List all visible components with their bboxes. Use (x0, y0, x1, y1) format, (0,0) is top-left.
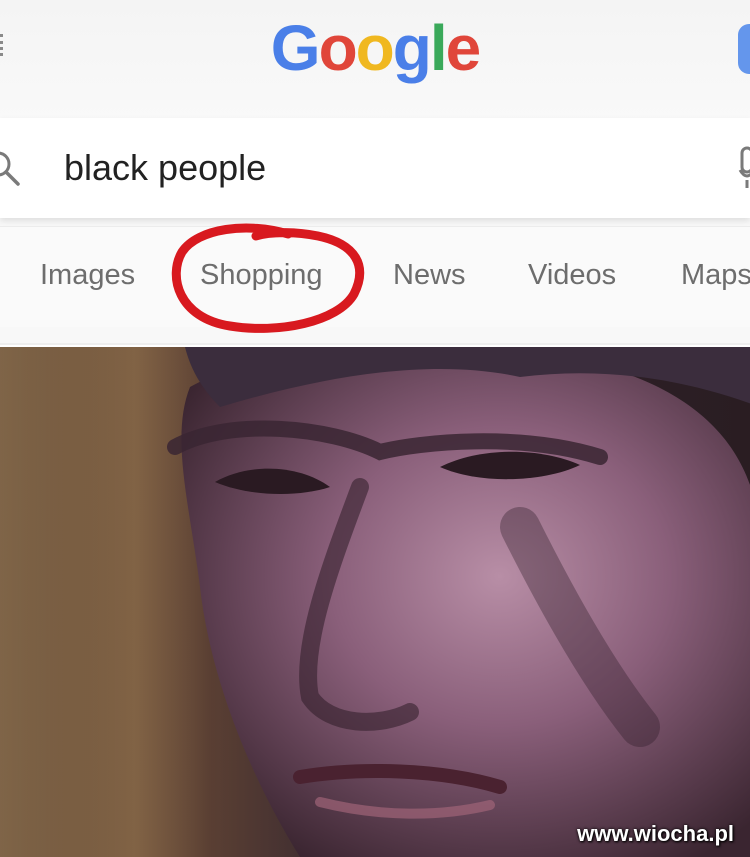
logo-letter: o (318, 12, 358, 84)
tab-videos[interactable]: Videos (528, 257, 616, 293)
search-tabs: Images Shopping News Videos Maps (0, 226, 750, 327)
google-search-header: Google black people Images Shopping News… (0, 0, 750, 345)
tab-images[interactable]: Images (40, 257, 135, 293)
tab-news[interactable]: News (393, 257, 466, 293)
search-bar[interactable]: black people (0, 118, 750, 218)
logo-letter: l (429, 12, 448, 84)
reaction-image: www.wiocha.pl (0, 347, 750, 857)
tab-shopping[interactable]: Shopping (200, 257, 323, 293)
logo-letter: e (445, 12, 482, 84)
search-icon[interactable] (0, 148, 24, 190)
mic-icon[interactable] (738, 144, 750, 190)
tab-maps[interactable]: Maps (681, 257, 750, 293)
account-avatar[interactable] (738, 24, 750, 74)
logo-letter: G (270, 12, 321, 84)
google-logo[interactable]: Google (0, 8, 750, 88)
logo-letter: o (355, 12, 395, 84)
search-input[interactable]: black people (64, 146, 266, 190)
divider (0, 343, 750, 345)
watermark: www.wiocha.pl (577, 821, 734, 846)
face-illustration (0, 347, 750, 857)
logo-letter: g (392, 12, 432, 84)
